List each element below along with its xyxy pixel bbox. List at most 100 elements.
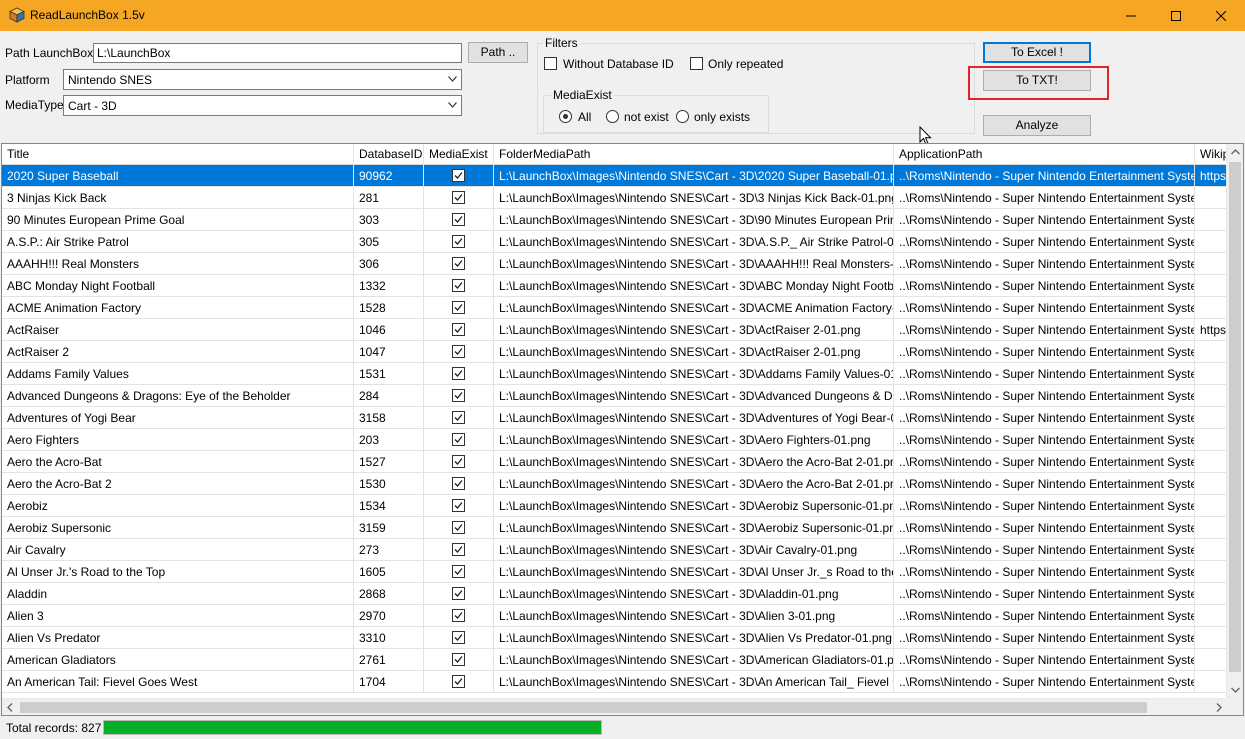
horizontal-scroll-thumb[interactable] — [20, 702, 1147, 713]
table-row[interactable]: A.S.P.: Air Strike Patrol 305 L:\LaunchBox… — [2, 231, 1227, 253]
table-row[interactable]: An American Tail: Fievel Goes West 1704 L:… — [2, 671, 1227, 693]
cell-media-exist[interactable] — [424, 231, 494, 252]
media-exist-checkbox[interactable] — [452, 631, 465, 644]
table-row[interactable]: Aero Fighters 203 L:\LaunchBox\Images\Nint… — [2, 429, 1227, 451]
table-row[interactable]: Aladdin 2868 L:\LaunchBox\Images\Nintendo … — [2, 583, 1227, 605]
cell-media-exist[interactable] — [424, 275, 494, 296]
table-row[interactable]: AAAHH!!! Real Monsters 306 L:\LaunchBox\Im… — [2, 253, 1227, 275]
table-row[interactable]: Aerobiz 1534 L:\LaunchBox\Images\Nintendo … — [2, 495, 1227, 517]
media-exist-checkbox[interactable] — [452, 543, 465, 556]
table-row[interactable]: Aero the Acro-Bat 1527 L:\LaunchBox\Images… — [2, 451, 1227, 473]
media-exist-checkbox[interactable] — [452, 345, 465, 358]
column-header-wikipedia[interactable]: Wikip — [1195, 144, 1227, 165]
table-row[interactable]: Alien Vs Predator 3310 L:\LaunchBox\Images… — [2, 627, 1227, 649]
vertical-scroll-thumb[interactable] — [1229, 162, 1241, 672]
scroll-right-icon[interactable] — [1216, 703, 1222, 712]
to-excel-button[interactable]: To Excel ! — [983, 42, 1091, 63]
table-row[interactable]: ActRaiser 1046 L:\LaunchBox\Images\Nintend… — [2, 319, 1227, 341]
scroll-left-icon[interactable] — [7, 703, 13, 712]
cell-media-exist[interactable] — [424, 297, 494, 318]
cell-media-exist[interactable] — [424, 187, 494, 208]
table-row[interactable]: American Gladiators 2761 L:\LaunchBox\Imag… — [2, 649, 1227, 671]
path-button[interactable]: Path .. — [468, 42, 528, 63]
cell-media-exist[interactable] — [424, 473, 494, 494]
table-row[interactable]: 3 Ninjas Kick Back 281 L:\LaunchBox\Images… — [2, 187, 1227, 209]
media-exist-checkbox[interactable] — [452, 455, 465, 468]
column-header-application-path[interactable]: ApplicationPath — [894, 144, 1195, 165]
column-header-media-exist[interactable]: MediaExist — [424, 144, 494, 165]
minimize-button[interactable] — [1108, 0, 1154, 31]
media-exist-checkbox[interactable] — [452, 499, 465, 512]
media-exist-checkbox[interactable] — [452, 411, 465, 424]
media-exist-checkbox[interactable] — [452, 279, 465, 292]
media-exist-checkbox[interactable] — [452, 521, 465, 534]
media-exist-checkbox[interactable] — [452, 301, 465, 314]
cell-media-exist[interactable] — [424, 363, 494, 384]
cell-media-exist[interactable] — [424, 649, 494, 670]
media-exist-checkbox[interactable] — [452, 587, 465, 600]
cell-media-exist[interactable] — [424, 561, 494, 582]
cell-media-exist[interactable] — [424, 605, 494, 626]
media-exist-checkbox[interactable] — [452, 191, 465, 204]
table-row[interactable]: Advanced Dungeons & Dragons: Eye of the … — [2, 385, 1227, 407]
table-row[interactable]: ACME Animation Factory 1528 L:\LaunchBox\I… — [2, 297, 1227, 319]
radio-all[interactable] — [559, 110, 572, 123]
maximize-button[interactable] — [1153, 0, 1199, 31]
cell-media-exist[interactable] — [424, 671, 494, 692]
table-row[interactable]: Aero the Acro-Bat 2 1530 L:\LaunchBox\Imag… — [2, 473, 1227, 495]
close-button[interactable] — [1198, 0, 1244, 31]
media-exist-checkbox[interactable] — [452, 257, 465, 270]
media-exist-checkbox[interactable] — [452, 235, 465, 248]
scroll-down-icon[interactable] — [1231, 687, 1240, 693]
table-row[interactable]: ActRaiser 2 1047 L:\LaunchBox\Images\Ninte… — [2, 341, 1227, 363]
cell-media-exist[interactable] — [424, 341, 494, 362]
media-exist-checkbox[interactable] — [452, 653, 465, 666]
analyze-button[interactable]: Analyze — [983, 115, 1091, 136]
cell-media-exist[interactable] — [424, 165, 494, 186]
only-repeated-checkbox[interactable] — [690, 57, 703, 70]
table-row[interactable]: Adventures of Yogi Bear 3158 L:\LaunchBox\… — [2, 407, 1227, 429]
table-row[interactable]: Air Cavalry 273 L:\LaunchBox\Images\Ninten… — [2, 539, 1227, 561]
media-exist-checkbox[interactable] — [452, 213, 465, 226]
cell-media-exist[interactable] — [424, 407, 494, 428]
column-header-database-id[interactable]: DatabaseID — [354, 144, 424, 165]
table-row[interactable]: Al Unser Jr.'s Road to the Top 1605 L:\Lau… — [2, 561, 1227, 583]
cell-media-exist[interactable] — [424, 517, 494, 538]
without-db-id-checkbox[interactable] — [544, 57, 557, 70]
table-row[interactable]: 2020 Super Baseball 90962 L:\LaunchBox\Ima… — [2, 165, 1227, 187]
media-exist-checkbox[interactable] — [452, 565, 465, 578]
table-row[interactable]: Addams Family Values 1531 L:\LaunchBox\Ima… — [2, 363, 1227, 385]
cell-media-exist[interactable] — [424, 495, 494, 516]
cell-media-exist[interactable] — [424, 539, 494, 560]
media-exist-checkbox[interactable] — [452, 169, 465, 182]
media-exist-checkbox[interactable] — [452, 675, 465, 688]
cell-media-exist[interactable] — [424, 583, 494, 604]
media-exist-checkbox[interactable] — [452, 389, 465, 402]
media-exist-checkbox[interactable] — [452, 609, 465, 622]
cell-media-exist[interactable] — [424, 385, 494, 406]
table-row[interactable]: ABC Monday Night Football 1332 L:\LaunchBo… — [2, 275, 1227, 297]
media-exist-checkbox[interactable] — [452, 477, 465, 490]
cell-media-exist[interactable] — [424, 429, 494, 450]
platform-select[interactable]: Nintendo SNES — [63, 69, 462, 90]
cell-media-exist[interactable] — [424, 627, 494, 648]
column-header-folder-media-path[interactable]: FolderMediaPath — [494, 144, 894, 165]
table-row[interactable]: Alien 3 2970 L:\LaunchBox\Images\Nintendo … — [2, 605, 1227, 627]
records-grid[interactable]: Title DatabaseID MediaExist FolderMediaP… — [1, 143, 1244, 716]
path-input[interactable]: L:\LaunchBox — [93, 43, 462, 63]
radio-not-exist[interactable] — [606, 110, 619, 123]
vertical-scrollbar[interactable] — [1226, 144, 1243, 698]
column-header-title[interactable]: Title — [2, 144, 354, 165]
mediatype-select[interactable]: Cart - 3D — [63, 95, 462, 116]
cell-media-exist[interactable] — [424, 451, 494, 472]
scroll-up-icon[interactable] — [1231, 149, 1240, 155]
radio-only-exists[interactable] — [676, 110, 689, 123]
media-exist-checkbox[interactable] — [452, 433, 465, 446]
media-exist-checkbox[interactable] — [452, 323, 465, 336]
cell-media-exist[interactable] — [424, 209, 494, 230]
cell-media-exist[interactable] — [424, 253, 494, 274]
table-row[interactable]: Aerobiz Supersonic 3159 L:\LaunchBox\Image… — [2, 517, 1227, 539]
table-row[interactable]: 90 Minutes European Prime Goal 303 L:\Laun… — [2, 209, 1227, 231]
media-exist-checkbox[interactable] — [452, 367, 465, 380]
horizontal-scrollbar[interactable] — [2, 698, 1227, 715]
